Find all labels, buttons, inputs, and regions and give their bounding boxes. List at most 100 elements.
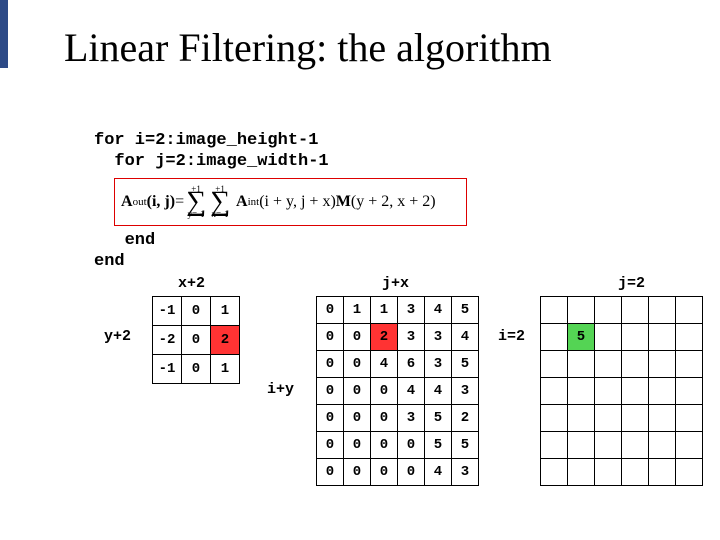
kernel-cell: 2 xyxy=(211,326,240,355)
image-cell: 0 xyxy=(398,432,425,459)
image-cell: 0 xyxy=(317,378,344,405)
output-cell xyxy=(622,297,649,324)
image-cell: 0 xyxy=(398,459,425,486)
output-cell xyxy=(649,378,676,405)
image-cell: 3 xyxy=(398,324,425,351)
output-cell xyxy=(649,459,676,486)
image-cell: 0 xyxy=(371,405,398,432)
image-cell: 0 xyxy=(344,405,371,432)
output-cell xyxy=(676,324,703,351)
page-title: Linear Filtering: the algorithm xyxy=(64,24,552,71)
output-cell xyxy=(622,324,649,351)
output-cell xyxy=(676,405,703,432)
output-cell xyxy=(568,405,595,432)
image-cell: 5 xyxy=(452,351,479,378)
image-cell: 3 xyxy=(398,405,425,432)
image-cell: 3 xyxy=(452,459,479,486)
output-cell xyxy=(676,297,703,324)
image-cell: 0 xyxy=(344,459,371,486)
image-cell: 3 xyxy=(425,324,452,351)
output-cell xyxy=(541,432,568,459)
kernel-cell: 0 xyxy=(182,297,211,326)
output-cell xyxy=(595,459,622,486)
output-cell xyxy=(649,324,676,351)
output-matrix: 5 xyxy=(540,296,703,486)
output-cell xyxy=(595,351,622,378)
image-cell: 4 xyxy=(398,378,425,405)
image-cell: 5 xyxy=(425,405,452,432)
code-block-top: for i=2:image_height-1 for j=2:image_wid… xyxy=(94,130,329,173)
output-cell xyxy=(595,378,622,405)
kernel-cell: 0 xyxy=(182,326,211,355)
image-cell: 0 xyxy=(344,432,371,459)
image-cell: 0 xyxy=(344,324,371,351)
output-cell: 5 xyxy=(568,324,595,351)
output-cell xyxy=(541,324,568,351)
image-cell: 3 xyxy=(398,297,425,324)
output-cell xyxy=(595,324,622,351)
kernel-cell: 1 xyxy=(211,297,240,326)
image-cell: 0 xyxy=(317,297,344,324)
kernel-top-label: x+2 xyxy=(178,275,205,292)
image-cell: 4 xyxy=(371,351,398,378)
image-cell: 6 xyxy=(398,351,425,378)
output-cell xyxy=(568,378,595,405)
image-cell: 0 xyxy=(317,432,344,459)
output-cell xyxy=(649,405,676,432)
output-top-label: j=2 xyxy=(618,275,645,292)
image-cell: 3 xyxy=(452,378,479,405)
output-left-label: i=2 xyxy=(498,328,525,345)
output-cell xyxy=(622,405,649,432)
image-cell: 0 xyxy=(344,351,371,378)
kernel-matrix: -101-202-101 xyxy=(152,296,240,384)
output-cell xyxy=(541,378,568,405)
output-cell xyxy=(649,297,676,324)
output-cell xyxy=(568,432,595,459)
image-cell: 5 xyxy=(452,432,479,459)
kernel-cell: -2 xyxy=(153,326,182,355)
image-cell: 0 xyxy=(371,432,398,459)
image-cell: 0 xyxy=(317,405,344,432)
image-cell: 5 xyxy=(452,297,479,324)
output-cell xyxy=(649,432,676,459)
output-cell xyxy=(541,297,568,324)
output-cell xyxy=(622,378,649,405)
kernel-cell: -1 xyxy=(153,355,182,384)
output-cell xyxy=(676,378,703,405)
output-cell xyxy=(541,405,568,432)
output-cell xyxy=(568,351,595,378)
image-cell: 0 xyxy=(317,459,344,486)
image-cell: 3 xyxy=(425,351,452,378)
image-cell: 2 xyxy=(371,324,398,351)
output-cell xyxy=(622,459,649,486)
output-cell xyxy=(568,297,595,324)
image-cell: 4 xyxy=(425,459,452,486)
kernel-cell: 1 xyxy=(211,355,240,384)
image-cell: 0 xyxy=(344,378,371,405)
kernel-left-label: y+2 xyxy=(104,328,131,345)
image-cell: 0 xyxy=(317,351,344,378)
output-cell xyxy=(595,432,622,459)
code-block-bottom: end end xyxy=(94,230,155,273)
output-cell xyxy=(568,459,595,486)
image-cell: 4 xyxy=(452,324,479,351)
output-cell xyxy=(676,432,703,459)
image-cell: 0 xyxy=(371,459,398,486)
image-left-label: i+y xyxy=(267,381,294,398)
image-cell: 1 xyxy=(371,297,398,324)
image-cell: 4 xyxy=(425,378,452,405)
kernel-cell: 0 xyxy=(182,355,211,384)
formula-box: Aout(i, j) = +1∑y=-1 +1∑x=-1 Aint(i + y,… xyxy=(114,178,467,226)
accent-bar xyxy=(0,0,8,68)
image-cell: 0 xyxy=(317,324,344,351)
output-cell xyxy=(676,351,703,378)
output-cell xyxy=(595,297,622,324)
output-cell xyxy=(541,459,568,486)
image-cell: 2 xyxy=(452,405,479,432)
output-cell xyxy=(676,459,703,486)
output-cell xyxy=(595,405,622,432)
image-cell: 0 xyxy=(371,378,398,405)
image-matrix: 0113450023340046350004430003520000550000… xyxy=(316,296,479,486)
image-cell: 5 xyxy=(425,432,452,459)
image-cell: 1 xyxy=(344,297,371,324)
